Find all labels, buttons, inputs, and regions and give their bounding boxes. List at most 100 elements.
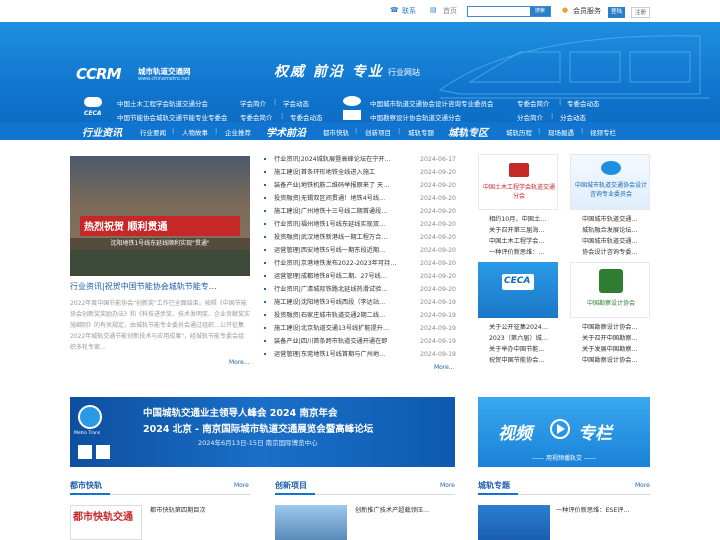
card-list-item[interactable]: 中国城市轨道交通… — [582, 214, 662, 225]
card-survey[interactable]: 中国勘察设计协会 — [570, 262, 650, 318]
org-energy[interactable]: 中国节能协会城轨交通节能专业专委会 — [117, 112, 228, 122]
news-item[interactable]: 运营管理|成都地铁8号线二期、27号线… 2024-09-20 — [262, 270, 458, 283]
card-list-item[interactable]: 关于公开征集2024… — [489, 322, 569, 333]
hero-image[interactable]: 热烈祝贺 顺利贯通 沈阳地铁1号线东延线顺利实现"贯通" — [70, 156, 250, 276]
nav-history[interactable]: 城轨历程 — [506, 127, 532, 137]
card-list-item[interactable]: 城轨融合发展论坛… — [582, 225, 662, 236]
card-list-item[interactable]: 中国城市轨道交通… — [582, 236, 662, 247]
news-item-title[interactable]: 施工建设|首条环形地铁全线进入施工 — [274, 166, 406, 179]
news-item-title[interactable]: 投资融资|无锡双区间贯通！地铁4号线… — [274, 192, 406, 205]
innovation-item[interactable]: 创新推广技术产超载领压… — [355, 505, 429, 514]
contact-link[interactable]: 联系 — [402, 6, 416, 16]
news-item[interactable]: 装备产业|地铁机筋二维码举报原来了 天… 2024-09-20 — [262, 179, 458, 192]
card-list-item[interactable]: 相约10月，中国土… — [489, 214, 569, 225]
news-item[interactable]: 行业资讯|2024城轨展暨高峰论坛在宁开… 2024-06-17 — [262, 153, 458, 166]
org-metro-intro[interactable]: 专委会简介 — [517, 98, 550, 108]
nav-people-stories[interactable]: 人物故事 — [182, 127, 208, 137]
login-button[interactable]: 登陆 — [608, 7, 626, 18]
nav-onsite[interactable]: 现场掘遇 — [548, 127, 574, 137]
section-more-topics[interactable]: More — [635, 482, 650, 489]
org-survey-news[interactable]: 分会动态 — [560, 112, 586, 122]
hero-caption[interactable]: 行业资讯|祝贺中国节能协会城轨节能专… — [70, 281, 250, 292]
news-item-title[interactable]: 行业资讯|2024城轨展暨高峰论坛在宁开… — [274, 153, 406, 166]
news-item[interactable]: 运营管理|西安地铁5号线一期东段近期… 2024-09-20 — [262, 244, 458, 257]
news-item-title[interactable]: 运营管理|西安地铁5号线一期东段近期… — [274, 244, 406, 257]
news-more-link[interactable]: More... — [434, 364, 455, 371]
org-metro-design[interactable]: 中国城市轨道交通协会设计咨询专业委员会 — [370, 98, 494, 108]
org-survey-intro[interactable]: 分会简介 — [517, 112, 543, 122]
card-list-item[interactable]: 中国土木工程学会… — [489, 236, 569, 247]
innovation-thumb[interactable] — [275, 505, 347, 540]
org-survey[interactable]: 中国勘察设计协会轨道交通分会 — [370, 112, 461, 122]
nav-group-zone[interactable]: 城轨专区 — [448, 124, 488, 139]
search-input[interactable]: 搜索 — [467, 6, 551, 17]
news-item-title[interactable]: 装备产业|地铁机筋二维码举报原来了 天… — [274, 179, 406, 192]
member-service-link[interactable]: 会员服务 — [573, 6, 601, 16]
hero-more-link[interactable]: More... — [229, 359, 250, 366]
card-ceca[interactable]: CECA — [478, 262, 558, 318]
section-more-metro-express[interactable]: More — [234, 482, 249, 489]
org-civil-news[interactable]: 学会动态 — [283, 98, 309, 108]
news-item[interactable]: 行业资讯|京港地铁发布2022-2023年可持… 2024-09-20 — [262, 257, 458, 270]
nav-innovation[interactable]: 创新项目 — [365, 127, 391, 137]
section-title-innovation[interactable]: 创新项目 — [275, 480, 307, 491]
nav-video[interactable]: 视频专栏 — [590, 127, 616, 137]
card-list-item[interactable]: 中国勘察设计协会… — [582, 355, 662, 366]
news-item-title[interactable]: 投资融资|武汉地铁新港线一期工程万合… — [274, 231, 406, 244]
site-logo[interactable]: CCRM 城市轨道交通网 www.chinametro.net — [76, 65, 204, 85]
card-list-item[interactable]: 关于召开中国勘察… — [582, 333, 662, 344]
org-civil-intro[interactable]: 学会简介 — [240, 98, 266, 108]
nav-group-industry[interactable]: 行业资讯 — [82, 124, 122, 139]
card-list-item[interactable]: 中国勘察设计协会… — [582, 322, 662, 333]
news-item[interactable]: 运营管理|东莞地铁1号线首期与广州地… 2024-09-19 — [262, 348, 458, 361]
section-more-innovation[interactable]: More — [440, 482, 455, 489]
org-energy-news[interactable]: 专委会动态 — [290, 112, 323, 122]
news-item[interactable]: 施工建设|首条环形地铁全线进入施工 2024-09-20 — [262, 166, 458, 179]
home-link[interactable]: 首页 — [443, 6, 457, 16]
news-item-title[interactable]: 行业资讯|京港地铁发布2022-2023年可持… — [274, 257, 406, 270]
news-item-title[interactable]: 行业资讯|福州地铁1号线东延线实现双… — [274, 218, 406, 231]
news-item[interactable]: 投资融资|武汉地铁新港线一期工程万合… 2024-09-20 — [262, 231, 458, 244]
section-title-topics[interactable]: 城轨专题 — [478, 480, 510, 491]
nav-metro-express[interactable]: 都市快轨 — [323, 127, 349, 137]
nav-industry-news[interactable]: 行业要闻 — [140, 127, 166, 137]
video-column-banner[interactable]: 视频 专栏 —— 用视频播轨交 —— — [478, 397, 650, 467]
card-civil-society[interactable]: 中国土木工程学会轨道交通分会 — [478, 154, 558, 210]
news-item-title[interactable]: 投资融资|石家庄城市轨道交通2期二线… — [274, 309, 406, 322]
nav-company-recommend[interactable]: 企业推荐 — [225, 127, 251, 137]
metro-express-thumb[interactable]: 都市快轨交通 — [70, 505, 142, 540]
news-item-title[interactable]: 行业资讯|广清城际铁路北延线热滑试验… — [274, 283, 406, 296]
card-list-item[interactable]: 关于发展中国勘察… — [582, 344, 662, 355]
news-item[interactable]: 投资融资|无锡双区间贯通！地铁4号线… 2024-09-20 — [262, 192, 458, 205]
news-item-title[interactable]: 施工建设|北京轨道交通13号线扩能提升… — [274, 322, 406, 335]
section-title-metro-express[interactable]: 都市快轨 — [70, 480, 102, 491]
news-item[interactable]: 装备产业|四川首条跨市轨道交通开通在即 2024-09-19 — [262, 335, 458, 348]
news-item[interactable]: 施工建设|沈阳地铁3号线西段（李达站… 2024-09-19 — [262, 296, 458, 309]
card-list-item[interactable]: 关于召开第三届海… — [489, 225, 569, 236]
topics-thumb[interactable] — [478, 505, 550, 540]
card-list-item[interactable]: 关于举办中国节能… — [489, 344, 569, 355]
news-item[interactable]: 行业资讯|广清城际铁路北延线热滑试验… 2024-09-20 — [262, 283, 458, 296]
news-item[interactable]: 施工建设|北京轨道交通13号线扩能提升… 2024-09-19 — [262, 322, 458, 335]
news-item-title[interactable]: 装备产业|四川首条跨市轨道交通开通在即 — [274, 335, 406, 348]
search-button[interactable]: 搜索 — [530, 7, 550, 16]
org-metro-news[interactable]: 专委会动态 — [567, 98, 600, 108]
card-list-item[interactable]: 2023（第六届）城… — [489, 333, 569, 344]
org-energy-intro[interactable]: 专委会简介 — [240, 112, 273, 122]
topics-item[interactable]: 一种评价新思维：ESE评… — [556, 505, 630, 514]
news-item-title[interactable]: 施工建设|沈阳地铁3号线西段（李达站… — [274, 296, 406, 309]
card-list-item[interactable]: 祝贺中国节能协会… — [489, 355, 569, 366]
register-button[interactable]: 注册 — [631, 7, 651, 18]
news-item[interactable]: 投资融资|石家庄城市轨道交通2期二线… 2024-09-19 — [262, 309, 458, 322]
card-list-item[interactable]: 协会设计咨询专委… — [582, 247, 662, 258]
org-civil-society[interactable]: 中国土木工程学会轨道交通分会 — [117, 98, 208, 108]
news-item-title[interactable]: 运营管理|成都地铁8号线二期、27号线… — [274, 270, 406, 283]
news-item-title[interactable]: 运营管理|东莞地铁1号线首期与广州地… — [274, 348, 406, 361]
nav-topics[interactable]: 城轨专题 — [408, 127, 434, 137]
conference-banner[interactable]: Metro Trans 中国城轨交通业主领导人峰会 2024 南京年会 2024… — [70, 397, 455, 467]
metro-express-item[interactable]: 都市快轨第四期目次 — [150, 505, 206, 514]
news-item[interactable]: 行业资讯|福州地铁1号线东延线实现双… 2024-09-20 — [262, 218, 458, 231]
news-item[interactable]: 施工建设|广州地铁十三号线二期首通段… 2024-09-20 — [262, 205, 458, 218]
nav-group-academic[interactable]: 学术前沿 — [266, 124, 306, 139]
news-item-title[interactable]: 施工建设|广州地铁十三号线二期首通段… — [274, 205, 406, 218]
